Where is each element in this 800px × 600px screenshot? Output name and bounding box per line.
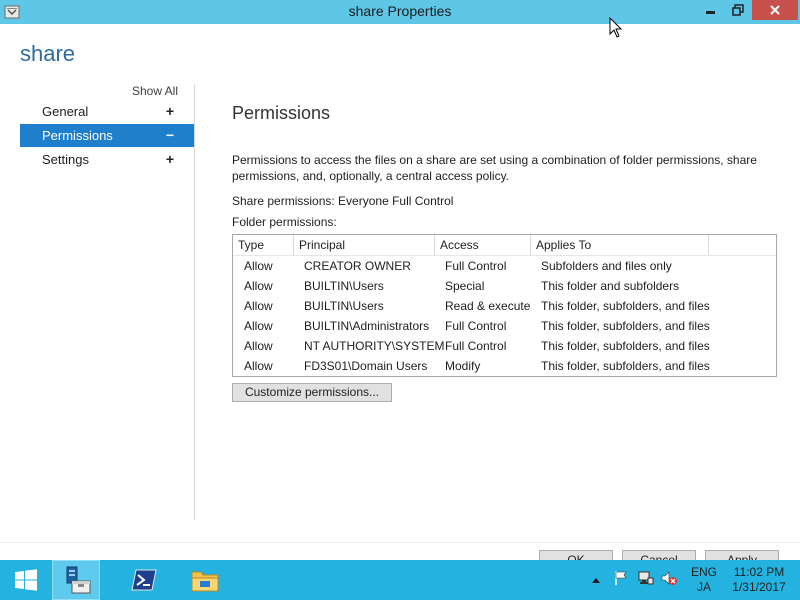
table-header: Type Principal Access Applies To (233, 235, 776, 256)
sidebar-item-label: Permissions (42, 128, 113, 143)
table-row[interactable]: Allow BUILTIN\Administrators Full Contro… (233, 316, 776, 336)
close-button[interactable] (752, 0, 798, 20)
sidebar-item-general[interactable]: General + (20, 100, 194, 123)
table-row[interactable]: Allow BUILTIN\Users Read & execute This … (233, 296, 776, 316)
powershell-taskbar-button[interactable] (120, 560, 168, 600)
network-icon[interactable] (638, 570, 654, 586)
section-title: Permissions (232, 103, 331, 123)
cell-principal: NT AUTHORITY\SYSTEM (304, 339, 445, 353)
footer-divider (0, 542, 800, 543)
server-manager-taskbar-button[interactable] (52, 560, 100, 600)
cell-principal: CREATOR OWNER (304, 259, 411, 273)
input-language-indicator[interactable]: ENG JA (684, 565, 724, 595)
cell-applies-to: This folder, subfolders, and files (541, 339, 710, 353)
page-heading: share (20, 41, 76, 66)
folder-permissions-label: Folder permissions: (232, 215, 337, 229)
cell-principal: BUILTIN\Administrators (304, 319, 430, 333)
customize-permissions-button[interactable]: Customize permissions... (232, 383, 392, 402)
cell-type: Allow (244, 299, 273, 313)
title-bar[interactable]: share Properties (0, 0, 800, 24)
column-header-principal[interactable]: Principal (294, 235, 435, 255)
taskbar (0, 560, 800, 600)
expand-icon: + (165, 151, 175, 167)
taskbar-clock[interactable]: 11:02 PM 1/31/2017 (725, 565, 793, 595)
column-header-applies-to[interactable]: Applies To (531, 235, 709, 255)
keyboard-layout-code: JA (696, 580, 711, 594)
sidebar-divider (194, 84, 195, 520)
sidebar-item-label: General (42, 104, 89, 119)
mouse-cursor-icon (609, 16, 623, 39)
show-all-link[interactable]: Show All (100, 84, 178, 98)
action-center-flag-icon[interactable] (613, 570, 629, 586)
expand-icon: + (165, 103, 175, 119)
column-header-access[interactable]: Access (435, 235, 531, 255)
cell-type: Allow (244, 319, 273, 333)
cell-access: Full Control (445, 339, 507, 353)
powershell-icon (131, 569, 157, 591)
cell-principal: BUILTIN\Users (304, 299, 384, 313)
volume-muted-icon[interactable] (661, 570, 677, 586)
column-header-type[interactable]: Type (233, 235, 294, 255)
table-row[interactable]: Allow NT AUTHORITY\SYSTEM Full Control T… (233, 336, 776, 356)
start-button[interactable] (2, 560, 50, 600)
table-row[interactable]: Allow BUILTIN\Users Special This folder … (233, 276, 776, 296)
file-explorer-icon (191, 571, 219, 592)
cell-applies-to: This folder, subfolders, and files (541, 359, 710, 373)
language-code: ENG (690, 565, 717, 579)
window-title: share Properties (348, 3, 452, 19)
cell-access: Full Control (445, 319, 507, 333)
folder-permissions-table[interactable]: Type Principal Access Applies To Allow C… (232, 234, 777, 377)
cell-principal: BUILTIN\Users (304, 279, 384, 293)
cell-access: Read & execute (445, 299, 531, 313)
windows-logo-icon (15, 569, 37, 591)
cell-access: Special (445, 279, 485, 293)
table-row[interactable]: Allow FD3S01\Domain Users Modify This fo… (233, 356, 776, 376)
collapse-icon: − (165, 127, 175, 143)
file-explorer-taskbar-button[interactable] (181, 560, 229, 600)
server-manager-icon (66, 566, 91, 594)
minimize-button[interactable] (697, 0, 724, 20)
cell-applies-to: Subfolders and files only (541, 259, 672, 273)
cell-access: Full Control (445, 259, 507, 273)
clock-time: 11:02 PM (733, 565, 785, 579)
cell-access: Modify (445, 359, 481, 373)
cell-applies-to: This folder, subfolders, and files (541, 319, 710, 333)
table-row[interactable]: Allow CREATOR OWNER Full Control Subfold… (233, 256, 776, 276)
cell-type: Allow (244, 339, 273, 353)
sidebar-item-label: Settings (42, 152, 89, 167)
cell-applies-to: This folder, subfolders, and files (541, 299, 710, 313)
cell-type: Allow (244, 359, 273, 373)
show-hidden-icons-arrow-icon[interactable] (591, 573, 601, 583)
permissions-description: Permissions to access the files on a sha… (232, 153, 757, 183)
cell-applies-to: This folder and subfolders (541, 279, 680, 293)
clock-date: 1/31/2017 (732, 580, 786, 594)
cell-type: Allow (244, 259, 273, 273)
cell-type: Allow (244, 279, 273, 293)
cell-principal: FD3S01\Domain Users (304, 359, 428, 373)
share-permissions-text: Share permissions: Everyone Full Control (232, 194, 454, 208)
restore-button[interactable] (724, 0, 751, 20)
sidebar-item-permissions[interactable]: Permissions − (20, 124, 194, 147)
sidebar-item-settings[interactable]: Settings + (20, 148, 194, 171)
